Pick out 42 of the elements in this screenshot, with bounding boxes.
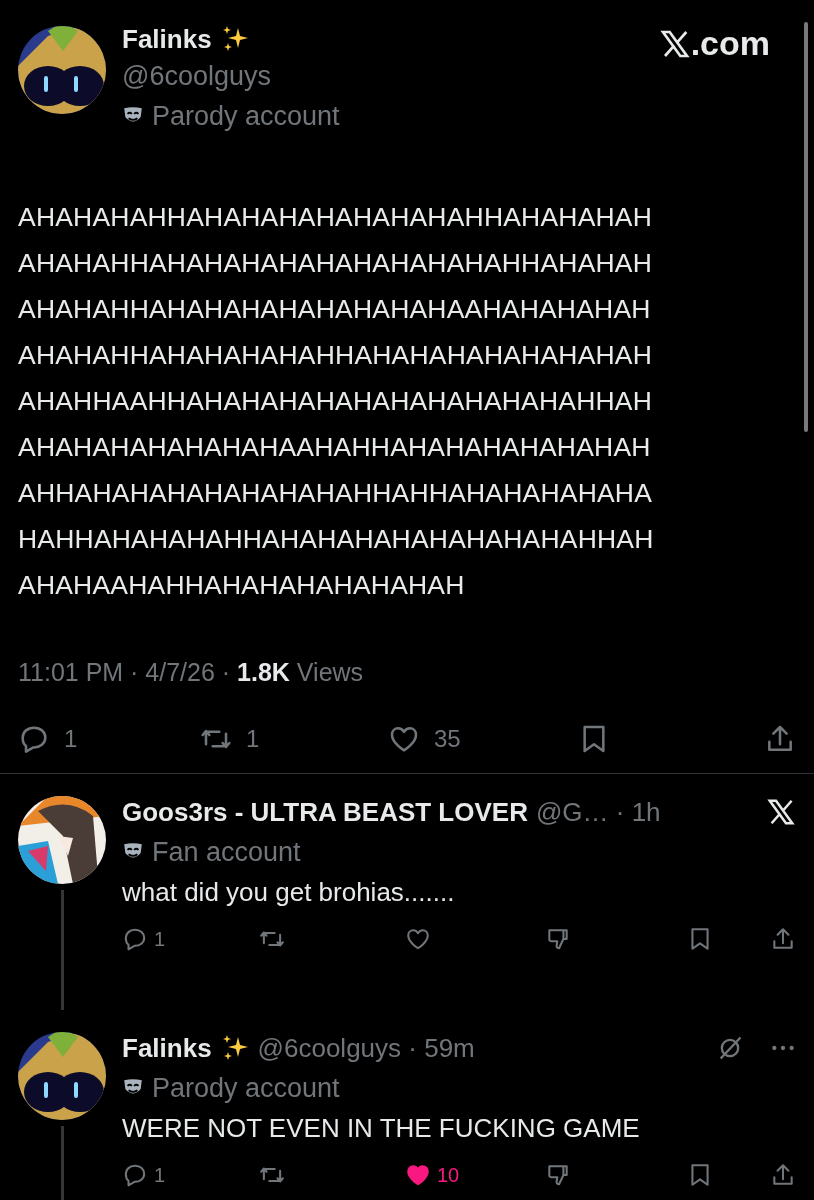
author-handle[interactable]: @6coolguys (122, 56, 643, 96)
post-text-line: AHAHAHAHAHAHAHAAHAHHAHAHAHAHAHAHAH (18, 431, 652, 464)
speech-bubble-icon (18, 723, 50, 755)
site-domain: .com (690, 24, 770, 63)
reply-meta: @6coolguys · 59m (257, 1032, 475, 1064)
thumbs-down-icon (545, 1162, 571, 1188)
post-text-line: AHAHAHAHHAHAHAHAHAHAHAHAHHAHAHAHAH (18, 201, 654, 234)
reply-text: WERE NOT EVEN IN THE FUCKING GAME (122, 1112, 641, 1145)
post-text-line: AHAHAHHAHAHAHAHAHAHAHAHAHAHHAHAHAH (18, 247, 654, 280)
heart-icon (405, 1162, 431, 1188)
post-meta: 11:01 PM · 4/7/26 · 1.8K Views (18, 658, 365, 687)
post-text-line: AHAHAHHAHAHAHAHAHAHAHAHAAHAHAHAHAH (18, 293, 652, 326)
x-logo-icon (766, 797, 796, 827)
speech-bubble-icon (122, 926, 148, 952)
thumbs-down-icon (545, 926, 571, 952)
account-label: Fan account (152, 836, 301, 869)
scrollbar[interactable] (804, 22, 808, 432)
repost-button[interactable]: 1 (200, 723, 388, 755)
share-button[interactable] (770, 926, 796, 952)
post-text-line: AHAHAHHAHAHAHAHAHHAHAHAHAHAHAHAHAH (18, 339, 654, 372)
like-button[interactable]: 10 (405, 1162, 545, 1188)
reply-button[interactable]: 1 (122, 1162, 259, 1188)
account-label: Parody account (152, 100, 340, 133)
like-button[interactable]: 35 (388, 723, 578, 755)
reply-meta: @G… · 1h (535, 796, 661, 828)
share-icon (770, 926, 796, 952)
post-text-line: AHAHAAHAHHAHAHAHAHAHAHAH (18, 569, 466, 602)
reply-button[interactable]: 1 (18, 723, 200, 755)
reply-text: what did you get brohias....... (122, 876, 456, 909)
author-name[interactable]: Falinks (122, 23, 212, 55)
account-label: Parody account (152, 1072, 340, 1105)
share-button[interactable] (770, 1162, 796, 1188)
more-icon[interactable] (770, 1043, 796, 1053)
post-text-line: AHAHHAAHHAHAHAHAHAHAHAHAHAHAHAHHAH (18, 385, 654, 418)
author-name[interactable]: Goos3rs - ULTRA BEAST LOVER (122, 796, 528, 828)
author-name[interactable]: Falinks (122, 1032, 212, 1064)
speech-bubble-icon (122, 1162, 148, 1188)
reply-button[interactable]: 1 (122, 926, 259, 952)
post-text-line: HAHHAHAHAHAHHAHAHAHAHAHAHAHAHAHHAH (18, 523, 655, 556)
share-icon (770, 1162, 796, 1188)
post-text-line: AHHAHAHAHAHAHAHAHAHHAHHAHAHAHAHAHA (18, 477, 654, 510)
heart-icon (405, 926, 431, 952)
